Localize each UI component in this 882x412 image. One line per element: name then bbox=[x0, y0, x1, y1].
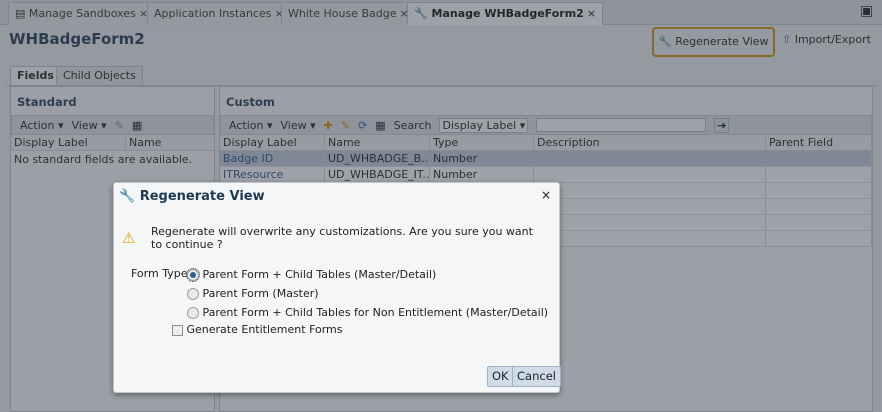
checkbox[interactable] bbox=[172, 324, 183, 336]
cancel-button[interactable]: Cancel bbox=[512, 366, 561, 387]
ok-button[interactable]: OK bbox=[487, 366, 514, 387]
radio-option-non-entitlement[interactable]: Parent Form + Child Tables for Non Entit… bbox=[187, 306, 548, 319]
dialog-title: 🔧 Regenerate View bbox=[119, 189, 265, 204]
wrench-icon: 🔧 bbox=[119, 189, 136, 204]
radio-option-master-detail[interactable]: Parent Form + Child Tables (Master/Detai… bbox=[186, 268, 436, 282]
radio[interactable] bbox=[187, 307, 199, 319]
regenerate-view-dialog: 🔧 Regenerate View × ⚠ Regenerate will ov… bbox=[113, 182, 561, 393]
warning-icon: ⚠ bbox=[122, 229, 136, 247]
dialog-close-icon[interactable]: × bbox=[541, 188, 551, 202]
radio-option-master[interactable]: Parent Form (Master) bbox=[187, 287, 319, 300]
dialog-message: Regenerate will overwrite any customizat… bbox=[151, 225, 533, 251]
radio-selected[interactable] bbox=[186, 268, 200, 282]
form-type-label: Form Type bbox=[131, 267, 188, 280]
radio[interactable] bbox=[187, 288, 199, 300]
generate-entitlement-forms-checkbox[interactable]: Generate Entitlement Forms bbox=[172, 323, 343, 336]
